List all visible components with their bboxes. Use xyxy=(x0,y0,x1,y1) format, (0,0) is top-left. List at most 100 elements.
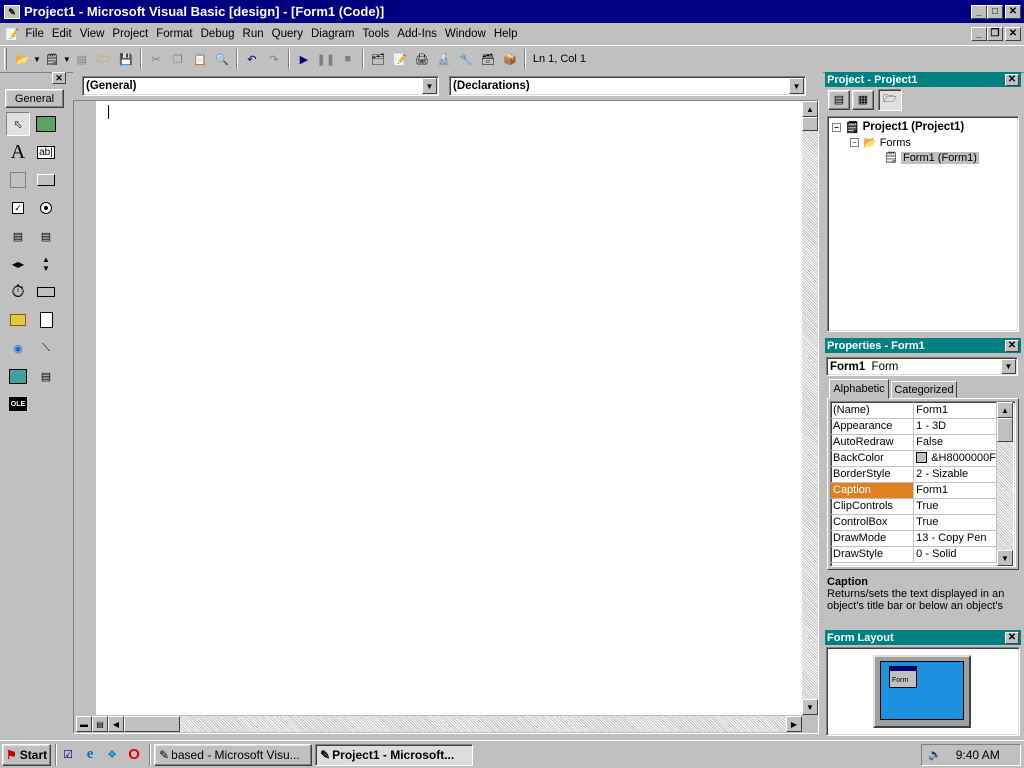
show-desktop-icon[interactable]: ☑ xyxy=(58,745,78,765)
property-value[interactable]: 1 - 3D xyxy=(913,418,997,435)
start-icon[interactable]: ▶ xyxy=(294,49,314,69)
menu-debug[interactable]: Debug xyxy=(198,28,240,40)
menu-format[interactable]: Format xyxy=(153,28,197,40)
form-thumbnail[interactable]: Form xyxy=(889,666,917,688)
component-manager-icon[interactable]: 📦 xyxy=(500,49,520,69)
toolbox-close-button[interactable]: ✕ xyxy=(52,72,66,84)
paste-icon[interactable]: 📋 xyxy=(190,49,210,69)
hscrollbar-icon[interactable]: ◀▶ xyxy=(6,252,30,276)
property-row[interactable]: Appearance 1 - 3D xyxy=(831,418,997,435)
data-view-icon[interactable]: 🗃 xyxy=(478,49,498,69)
view-object-icon[interactable]: ▦ xyxy=(852,89,874,110)
find-icon[interactable]: 🔍 xyxy=(212,49,232,69)
property-row[interactable]: (Name) Form1 xyxy=(831,402,997,419)
textbox-icon[interactable]: ab| xyxy=(34,140,58,164)
property-row[interactable]: ControlBox True xyxy=(831,514,997,531)
opera-icon[interactable]: O xyxy=(124,745,144,765)
break-icon[interactable]: ❚❚ xyxy=(316,49,336,69)
property-value[interactable]: 2 - Sizable xyxy=(913,466,997,483)
tree-folder-forms[interactable]: − 📂 Forms xyxy=(850,136,911,149)
menu-project[interactable]: Project xyxy=(109,28,153,40)
menu-diagram[interactable]: Diagram xyxy=(308,28,359,40)
property-value[interactable]: True xyxy=(913,514,997,531)
menu-edit[interactable]: Edit xyxy=(49,28,77,40)
pointer-icon[interactable]: ⬁ xyxy=(6,112,30,136)
timer-icon[interactable]: ⏱ xyxy=(6,280,30,304)
horizontal-scrollbar[interactable]: ◀ ▶ xyxy=(108,716,802,732)
frame-icon[interactable] xyxy=(6,168,30,192)
property-row[interactable]: DrawMode 13 - Copy Pen xyxy=(831,530,997,547)
property-value[interactable]: 13 - Copy Pen xyxy=(913,530,997,547)
filelistbox-icon[interactable] xyxy=(34,308,58,332)
close-button[interactable]: ✕ xyxy=(1005,4,1021,19)
object-selector-chevron-down-icon[interactable]: ▼ xyxy=(1001,359,1016,374)
menu-file[interactable]: File xyxy=(22,28,49,40)
listbox-icon[interactable]: ▤ xyxy=(34,224,58,248)
property-row[interactable]: AutoRedraw False xyxy=(831,434,997,451)
toolbox-icon[interactable]: 🔧 xyxy=(456,49,476,69)
property-row[interactable]: Caption Form1 xyxy=(831,482,997,499)
line-icon[interactable]: ⟍ xyxy=(34,336,58,360)
optionbutton-icon[interactable] xyxy=(34,196,58,220)
props-scroll-thumb[interactable] xyxy=(997,418,1013,442)
add-project-dropdown-icon[interactable]: ▼ xyxy=(33,55,41,64)
data-icon[interactable]: ▤ xyxy=(34,364,58,388)
object-selector[interactable]: Form1 Form ▼ xyxy=(826,357,1018,376)
save-icon[interactable]: 💾 xyxy=(116,49,136,69)
property-row[interactable]: BackColor &H8000000F xyxy=(831,450,997,467)
collapse-icon[interactable]: − xyxy=(832,122,841,132)
properties-icon[interactable]: 📝 xyxy=(390,49,410,69)
scroll-down-icon[interactable]: ▼ xyxy=(802,699,818,715)
scroll-up-icon[interactable]: ▲ xyxy=(802,101,818,117)
menu-editor-icon[interactable]: ▤ xyxy=(72,49,92,69)
property-value[interactable]: False xyxy=(913,434,997,451)
scroll-thumb[interactable] xyxy=(802,117,818,131)
property-value[interactable]: Form1 xyxy=(913,482,997,499)
tab-alphabetic[interactable]: Alphabetic xyxy=(829,379,889,399)
open-icon[interactable]: 🗁 xyxy=(94,49,114,69)
form-layout-icon[interactable]: 🖨 xyxy=(412,49,432,69)
mdi-minimize-button[interactable]: _ xyxy=(971,27,987,41)
full-module-view-icon[interactable]: ▤ xyxy=(92,716,108,732)
vertical-scrollbar[interactable]: ▲ ▼ xyxy=(802,101,818,715)
collapse-icon[interactable]: − xyxy=(850,138,859,147)
properties-scrollbar[interactable]: ▲ ▼ xyxy=(997,402,1013,566)
commandbutton-icon[interactable] xyxy=(34,168,58,192)
copy-icon[interactable]: ❐ xyxy=(168,49,188,69)
mdi-close-button[interactable]: ✕ xyxy=(1005,27,1021,41)
property-value[interactable]: &H8000000F xyxy=(913,450,997,467)
project-close-button[interactable]: ✕ xyxy=(1005,73,1019,86)
taskbar-task-project1[interactable]: ✎ Project1 - Microsoft... xyxy=(315,743,474,766)
add-project-icon[interactable]: 📂 xyxy=(12,49,32,69)
ole-icon[interactable]: OLE xyxy=(6,392,30,416)
procedure-dropdown[interactable]: (Declarations) ▼ xyxy=(449,76,806,96)
property-row[interactable]: BorderStyle 2 - Sizable xyxy=(831,466,997,483)
label-icon[interactable]: A xyxy=(6,140,30,164)
toolbox-tab-general[interactable]: General xyxy=(5,89,64,108)
add-form-icon[interactable]: 🗒 xyxy=(42,49,62,69)
scroll-left-icon[interactable]: ◀ xyxy=(108,716,124,732)
quick-launch-app-icon[interactable]: ❖ xyxy=(102,745,122,765)
menu-view[interactable]: View xyxy=(77,28,110,40)
undo-icon[interactable]: ↶ xyxy=(242,49,262,69)
props-scroll-up-icon[interactable]: ▲ xyxy=(997,402,1013,418)
procedure-view-icon[interactable]: ▬ xyxy=(76,716,92,732)
props-scroll-down-icon[interactable]: ▼ xyxy=(997,550,1013,566)
tree-item-form1[interactable]: 🗒 Form1 (Form1) xyxy=(884,151,979,164)
property-row[interactable]: ClipControls True xyxy=(831,498,997,515)
drivelistbox-icon[interactable] xyxy=(34,280,58,304)
property-value[interactable]: 0 - Solid xyxy=(913,546,997,563)
menu-query[interactable]: Query xyxy=(269,28,308,40)
object-dropdown[interactable]: (General) ▼ xyxy=(82,76,439,96)
tree-root[interactable]: − 🗒 Project1 (Project1) xyxy=(832,120,964,134)
menu-run[interactable]: Run xyxy=(240,28,269,40)
property-value[interactable]: True xyxy=(913,498,997,515)
cut-icon[interactable]: ✂ xyxy=(146,49,166,69)
horizontal-scroll-thumb[interactable] xyxy=(124,716,180,732)
procedure-dropdown-chevron-down-icon[interactable]: ▼ xyxy=(789,78,804,94)
start-button[interactable]: ⚑ Start xyxy=(2,743,52,766)
internet-explorer-icon[interactable]: e xyxy=(80,745,100,765)
property-row[interactable]: DrawStyle 0 - Solid xyxy=(831,546,997,563)
properties-close-button[interactable]: ✕ xyxy=(1005,339,1019,352)
toggle-folders-icon[interactable]: 🗁 xyxy=(878,88,902,111)
